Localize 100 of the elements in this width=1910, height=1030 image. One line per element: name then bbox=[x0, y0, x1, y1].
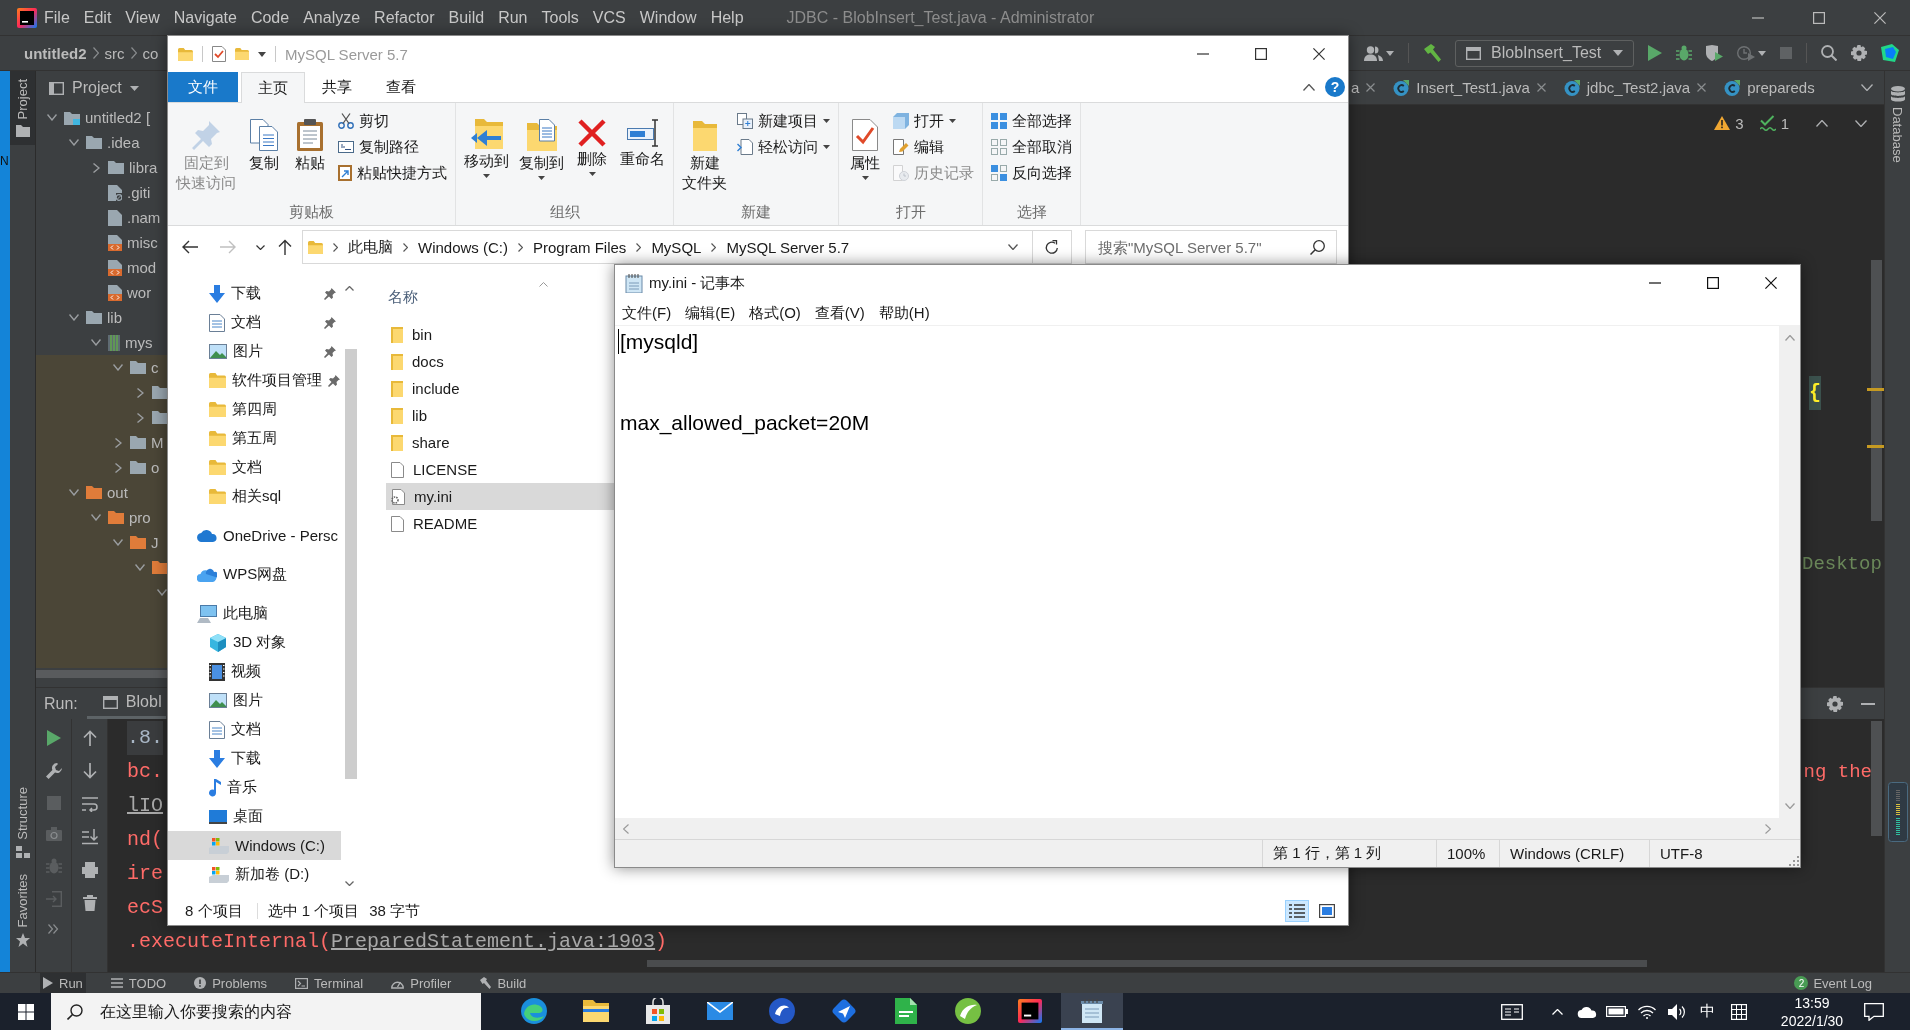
menu-item[interactable]: Help bbox=[703, 8, 751, 27]
ribbon-button[interactable]: 移动到 bbox=[460, 103, 513, 199]
file-row[interactable]: my.ini bbox=[386, 483, 615, 510]
tree-row[interactable]: .giti bbox=[36, 180, 167, 205]
ribbon-button[interactable]: 全部选择 bbox=[987, 108, 1076, 134]
tool-window-button[interactable]: TODO bbox=[107, 973, 170, 993]
nav-item[interactable]: 文档 bbox=[168, 715, 341, 744]
text-editor[interactable]: [mysqld] max_allowed_packet=20M bbox=[615, 326, 1779, 818]
chevron-right-icon[interactable] bbox=[92, 162, 100, 173]
logo-icon[interactable] bbox=[1881, 44, 1899, 62]
search-field[interactable]: 搜索"MySQL Server 5.7" bbox=[1085, 230, 1337, 264]
wrap-lines-icon[interactable] bbox=[81, 796, 98, 812]
nav-item[interactable]: 第五周 bbox=[168, 424, 341, 453]
editor-tab[interactable]: Insert_Test1.java bbox=[1384, 71, 1555, 104]
settings-icon[interactable] bbox=[1827, 695, 1843, 712]
check-icon[interactable] bbox=[1759, 115, 1776, 131]
ribbon-tab[interactable]: 查看 bbox=[369, 72, 433, 102]
chevron-down-icon[interactable] bbox=[1855, 119, 1867, 127]
nav-item[interactable]: 下载 bbox=[168, 744, 341, 773]
address-bar[interactable]: 此电脑 Windows (C:) Program Files MySQL MySQL Server 5.7 bbox=[302, 230, 1033, 264]
menu-item[interactable]: File bbox=[37, 8, 77, 27]
menu-item[interactable]: VCS bbox=[585, 8, 633, 27]
run-icon[interactable] bbox=[1648, 45, 1662, 61]
warning-icon[interactable] bbox=[1714, 116, 1731, 130]
resize-grip-icon[interactable] bbox=[1789, 856, 1799, 866]
chevron-right-icon[interactable] bbox=[136, 387, 144, 398]
chevron-down-icon[interactable] bbox=[255, 244, 265, 250]
speaker-icon[interactable] bbox=[1668, 1003, 1686, 1020]
ribbon-button[interactable]: 重命名 bbox=[616, 103, 669, 199]
lines-down-arrow-icon[interactable] bbox=[81, 829, 98, 845]
breadcrumb-item[interactable]: Program Files bbox=[533, 238, 627, 256]
scrollbar[interactable] bbox=[647, 960, 1647, 967]
tree-row[interactable]: wor bbox=[36, 280, 167, 305]
menu-item[interactable]: Edit bbox=[76, 8, 119, 27]
input-mode-indicator[interactable]: 中 bbox=[1699, 1002, 1715, 1021]
nav-item[interactable]: 图片 bbox=[168, 686, 341, 715]
camera-icon[interactable] bbox=[45, 827, 62, 841]
tree-row[interactable]: .nam bbox=[36, 205, 167, 230]
ribbon-button[interactable]: 删除 bbox=[570, 103, 614, 199]
scrollbar-thumb[interactable] bbox=[1871, 260, 1882, 521]
nav-item[interactable]: 此电脑 bbox=[168, 599, 341, 628]
nav-item[interactable]: WPS网盘 bbox=[168, 560, 341, 589]
double-chevron-icon[interactable] bbox=[48, 924, 59, 934]
ribbon-button[interactable]: 全部取消 bbox=[987, 134, 1076, 160]
warning-marker[interactable] bbox=[1867, 388, 1884, 391]
settings-icon[interactable] bbox=[1851, 45, 1867, 61]
ribbon-button[interactable]: 编辑 bbox=[889, 134, 978, 160]
ribbon-button[interactable]: 属性 bbox=[843, 103, 887, 199]
view-mode-button[interactable] bbox=[1285, 900, 1309, 922]
source-link[interactable]: PreparedStatement.java:1903 bbox=[331, 930, 656, 953]
tree-row[interactable]: mod bbox=[36, 255, 167, 280]
chevron-up-icon[interactable] bbox=[1816, 119, 1828, 127]
ribbon-button[interactable]: 打开 bbox=[889, 108, 978, 134]
editor-tab[interactable]: a bbox=[1349, 71, 1385, 104]
file-row[interactable]: docs bbox=[386, 348, 615, 375]
menu-item[interactable]: 格式(O) bbox=[742, 303, 808, 323]
ribbon-button[interactable]: 新建项目 bbox=[733, 108, 834, 134]
editor-tab[interactable]: jdbc_Test2.java bbox=[1554, 71, 1716, 104]
bug-icon[interactable] bbox=[1676, 45, 1692, 61]
ribbon-button[interactable]: 新建 文件夹 bbox=[678, 103, 731, 199]
minimize-icon[interactable] bbox=[1861, 702, 1875, 705]
menu-item[interactable]: Tools bbox=[534, 8, 586, 27]
file-row[interactable]: share bbox=[386, 429, 615, 456]
editor-tab[interactable]: prepareds bbox=[1715, 71, 1815, 104]
menu-item[interactable]: Window bbox=[632, 8, 704, 27]
menu-item[interactable]: Run bbox=[491, 8, 535, 27]
windows-logo-icon[interactable] bbox=[17, 1003, 34, 1020]
shield-play-icon[interactable] bbox=[1706, 45, 1723, 61]
scrollbar-thumb[interactable] bbox=[1871, 721, 1882, 836]
file-row[interactable]: bin bbox=[386, 321, 615, 348]
ribbon-button[interactable]: 粘贴快捷方式 bbox=[334, 160, 451, 186]
menu-item[interactable]: Refactor bbox=[367, 8, 442, 27]
tool-window-button[interactable]: Build bbox=[476, 973, 530, 993]
menu-item[interactable]: Analyze bbox=[296, 8, 368, 27]
search-field[interactable]: 在这里输入你要搜索的内容 bbox=[51, 993, 481, 1030]
nav-item[interactable]: Windows (C:) bbox=[168, 831, 341, 860]
grid-box-icon[interactable] bbox=[1731, 1003, 1747, 1020]
menu-item[interactable]: 帮助(H) bbox=[871, 303, 937, 323]
panel-header[interactable]: Project bbox=[36, 71, 167, 105]
pin-icon[interactable] bbox=[328, 374, 340, 387]
nav-item[interactable]: 第四周 bbox=[168, 395, 341, 424]
wifi-icon[interactable] bbox=[1638, 1004, 1656, 1019]
ribbon-button[interactable]: 复制到 bbox=[515, 103, 568, 199]
nav-item[interactable]: 相关sql bbox=[168, 482, 341, 511]
file-menu-button[interactable]: 文件 bbox=[168, 72, 238, 102]
nav-item[interactable]: 新加卷 (D:) bbox=[168, 860, 341, 889]
ribbon-tab[interactable]: 主页 bbox=[241, 72, 305, 103]
tool-window-tab[interactable]: Favorites bbox=[10, 865, 35, 955]
document-check-icon[interactable] bbox=[212, 46, 226, 62]
chevron-up-icon[interactable] bbox=[1303, 83, 1315, 91]
scrollbar[interactable] bbox=[36, 670, 167, 678]
scrollbar-thumb[interactable] bbox=[345, 349, 357, 779]
ribbon-tab[interactable]: 共享 bbox=[305, 72, 369, 102]
menu-item[interactable]: 查看(V) bbox=[807, 303, 872, 323]
tree-row[interactable]: .idea bbox=[36, 130, 167, 155]
close-icon[interactable] bbox=[1765, 277, 1777, 289]
ribbon-button[interactable]: 粘贴 bbox=[288, 103, 332, 199]
users-icon[interactable] bbox=[1364, 45, 1383, 61]
search-icon[interactable] bbox=[1821, 45, 1837, 61]
tree-row[interactable]: libra bbox=[36, 155, 167, 180]
